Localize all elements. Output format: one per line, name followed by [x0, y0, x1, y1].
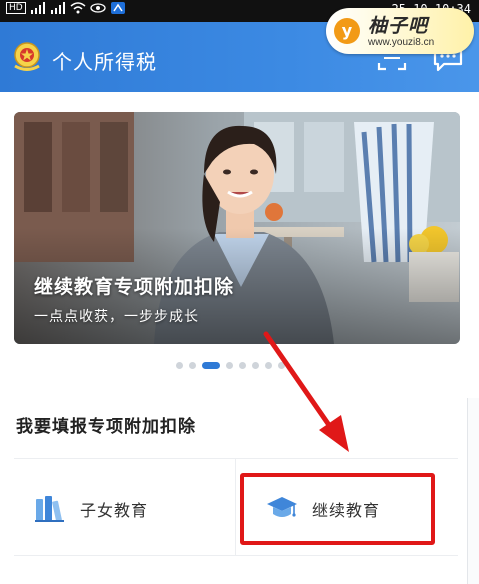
banner-title: 继续教育专项附加扣除 — [34, 276, 235, 298]
carousel-dot[interactable] — [278, 361, 285, 369]
carousel-indicator — [176, 361, 285, 369]
section-title: 我要填报专项附加扣除 — [16, 417, 196, 437]
side-panel-edge — [467, 398, 479, 584]
carousel-dot[interactable] — [239, 361, 246, 369]
deduction-item-label: 子女教育 — [80, 501, 149, 520]
wifi-icon — [70, 2, 86, 14]
row-divider — [14, 555, 458, 556]
carousel-dot[interactable] — [189, 361, 196, 369]
signal-icon-2 — [50, 2, 65, 14]
watermark-url: www.youzi8.cn — [368, 37, 435, 48]
tax-emblem-icon — [14, 42, 40, 71]
eye-icon — [90, 3, 106, 13]
carousel-dot[interactable] — [265, 361, 272, 369]
app-title: 个人所得税 — [52, 50, 157, 74]
carousel-dot[interactable] — [252, 361, 259, 369]
banner-subtitle: 一点点收获，一步步成长 — [34, 309, 199, 325]
status-icons-left: HD — [6, 2, 126, 14]
carousel-dot[interactable] — [176, 361, 183, 369]
app-screen: HD 25 10 10:34 个人所得税 y — [0, 0, 479, 584]
highlight-box — [240, 473, 435, 545]
hd-indicator: HD — [6, 2, 26, 14]
watermark-logo-icon: y — [334, 18, 360, 44]
promo-banner[interactable]: 继续教育专项附加扣除 一点点收获，一步步成长 — [14, 112, 460, 344]
deduction-item-children-education[interactable]: 子女教育 — [14, 459, 236, 555]
carousel-dot[interactable] — [226, 361, 233, 369]
site-watermark: y 柚子吧 www.youzi8.cn — [326, 8, 474, 54]
carousel-dot-active[interactable] — [202, 361, 220, 369]
signal-icon — [30, 2, 45, 14]
watermark-name: 柚子吧 — [368, 15, 429, 37]
app-notification-icon — [110, 2, 125, 14]
books-icon — [35, 496, 64, 522]
